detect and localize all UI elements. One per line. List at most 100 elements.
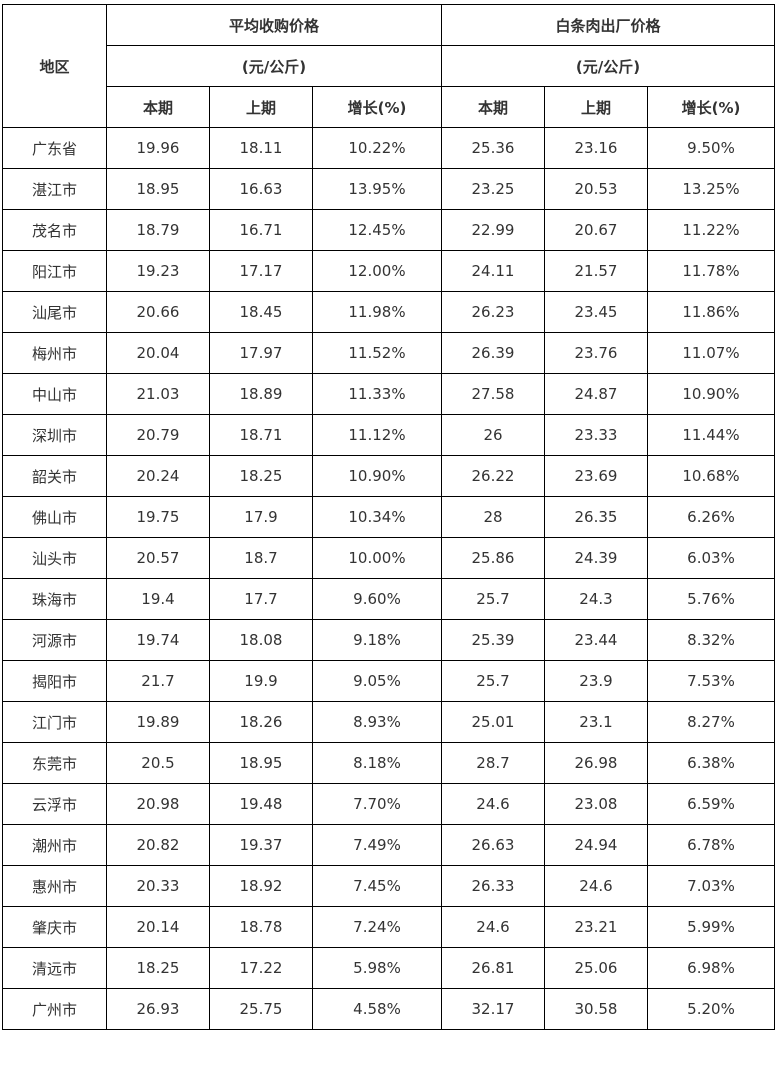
cell-carcass-current: 26 [441,414,545,456]
cell-carcass-growth: 11.44% [647,414,775,456]
region-cell: 梅州市 [2,332,107,374]
cell-purchase-growth: 4.58% [312,988,442,1030]
region-cell: 深圳市 [2,414,107,456]
cell-carcass-previous: 20.53 [544,168,648,210]
subheader-growth: 增长(%) [312,86,442,128]
table-row: 江门市 19.89 18.26 8.93% 25.01 23.1 8.27% [2,701,775,743]
cell-carcass-growth: 6.26% [647,496,775,538]
cell-purchase-previous: 17.7 [209,578,313,620]
cell-purchase-current: 20.98 [106,783,210,825]
cell-purchase-current: 20.57 [106,537,210,579]
table-row: 惠州市 20.33 18.92 7.45% 26.33 24.6 7.03% [2,865,775,907]
region-cell: 肇庆市 [2,906,107,948]
cell-carcass-current: 25.01 [441,701,545,743]
cell-carcass-current: 24.6 [441,783,545,825]
cell-purchase-previous: 25.75 [209,988,313,1030]
cell-carcass-current: 26.63 [441,824,545,866]
table-row: 茂名市 18.79 16.71 12.45% 22.99 20.67 11.22% [2,209,775,251]
price-table: 地区 平均收购价格 白条肉出厂价格 (元/公斤) (元/公斤) 本期 上期 增长… [2,4,775,1030]
region-cell: 江门市 [2,701,107,743]
table-row: 广东省 19.96 18.11 10.22% 25.36 23.16 9.50% [2,127,775,169]
cell-carcass-current: 28 [441,496,545,538]
cell-purchase-current: 19.75 [106,496,210,538]
group-header-carcass-ex-factory-price: 白条肉出厂价格 [441,4,775,46]
cell-carcass-growth: 8.32% [647,619,775,661]
group-unit-avg-purchase-price: (元/公斤) [106,45,442,87]
cell-carcass-current: 28.7 [441,742,545,784]
cell-purchase-previous: 18.11 [209,127,313,169]
cell-carcass-previous: 24.3 [544,578,648,620]
cell-purchase-previous: 18.95 [209,742,313,784]
cell-carcass-current: 26.22 [441,455,545,497]
table-row: 阳江市 19.23 17.17 12.00% 24.11 21.57 11.78% [2,250,775,292]
cell-carcass-growth: 6.78% [647,824,775,866]
table-row: 潮州市 20.82 19.37 7.49% 26.63 24.94 6.78% [2,824,775,866]
region-cell: 韶关市 [2,455,107,497]
table-row: 中山市 21.03 18.89 11.33% 27.58 24.87 10.90% [2,373,775,415]
cell-carcass-current: 25.39 [441,619,545,661]
cell-carcass-previous: 23.76 [544,332,648,374]
cell-carcass-growth: 7.53% [647,660,775,702]
header-row-subheaders: 本期 上期 增长(%) 本期 上期 增长(%) [3,86,775,128]
cell-carcass-growth: 5.76% [647,578,775,620]
cell-purchase-growth: 11.98% [312,291,442,333]
cell-purchase-current: 20.24 [106,455,210,497]
header-row-units: (元/公斤) (元/公斤) [3,45,775,87]
cell-carcass-growth: 6.98% [647,947,775,989]
cell-purchase-current: 19.23 [106,250,210,292]
cell-purchase-previous: 18.08 [209,619,313,661]
cell-purchase-growth: 11.52% [312,332,442,374]
cell-purchase-previous: 17.22 [209,947,313,989]
cell-purchase-previous: 18.92 [209,865,313,907]
cell-purchase-growth: 9.05% [312,660,442,702]
subheader-growth: 增长(%) [647,86,775,128]
region-cell: 清远市 [2,947,107,989]
cell-purchase-current: 20.5 [106,742,210,784]
table-row: 东莞市 20.5 18.95 8.18% 28.7 26.98 6.38% [2,742,775,784]
table-row: 揭阳市 21.7 19.9 9.05% 25.7 23.9 7.53% [2,660,775,702]
cell-purchase-growth: 9.18% [312,619,442,661]
table-row: 韶关市 20.24 18.25 10.90% 26.22 23.69 10.68% [2,455,775,497]
table-row: 湛江市 18.95 16.63 13.95% 23.25 20.53 13.25% [2,168,775,210]
cell-carcass-current: 24.6 [441,906,545,948]
region-cell: 惠州市 [2,865,107,907]
cell-purchase-current: 21.7 [106,660,210,702]
region-cell: 广州市 [2,988,107,1030]
cell-purchase-previous: 18.45 [209,291,313,333]
table-row: 汕头市 20.57 18.7 10.00% 25.86 24.39 6.03% [2,537,775,579]
cell-carcass-current: 23.25 [441,168,545,210]
cell-carcass-previous: 21.57 [544,250,648,292]
table-body: 广东省 19.96 18.11 10.22% 25.36 23.16 9.50% 湛江市 18.… [2,127,775,1030]
table-row: 河源市 19.74 18.08 9.18% 25.39 23.44 8.32% [2,619,775,661]
cell-carcass-previous: 24.87 [544,373,648,415]
table-row: 肇庆市 20.14 18.78 7.24% 24.6 23.21 5.99% [2,906,775,948]
cell-carcass-growth: 7.03% [647,865,775,907]
cell-purchase-previous: 17.9 [209,496,313,538]
cell-carcass-growth: 5.20% [647,988,775,1030]
region-cell: 潮州市 [2,824,107,866]
cell-carcass-growth: 11.86% [647,291,775,333]
cell-carcass-previous: 23.08 [544,783,648,825]
cell-purchase-current: 20.66 [106,291,210,333]
cell-purchase-previous: 17.17 [209,250,313,292]
region-cell: 佛山市 [2,496,107,538]
cell-purchase-current: 26.93 [106,988,210,1030]
cell-purchase-previous: 18.25 [209,455,313,497]
cell-purchase-current: 20.14 [106,906,210,948]
table-row: 梅州市 20.04 17.97 11.52% 26.39 23.76 11.07% [2,332,775,374]
cell-carcass-growth: 13.25% [647,168,775,210]
cell-carcass-previous: 24.94 [544,824,648,866]
cell-purchase-current: 18.95 [106,168,210,210]
cell-carcass-previous: 23.9 [544,660,648,702]
cell-purchase-previous: 18.71 [209,414,313,456]
cell-carcass-current: 22.99 [441,209,545,251]
cell-purchase-current: 20.04 [106,332,210,374]
cell-purchase-growth: 12.45% [312,209,442,251]
cell-carcass-growth: 11.22% [647,209,775,251]
cell-purchase-previous: 18.7 [209,537,313,579]
subheader-current-period: 本期 [441,86,545,128]
cell-carcass-previous: 23.16 [544,127,648,169]
cell-carcass-previous: 23.33 [544,414,648,456]
cell-purchase-previous: 19.37 [209,824,313,866]
cell-carcass-growth: 11.07% [647,332,775,374]
